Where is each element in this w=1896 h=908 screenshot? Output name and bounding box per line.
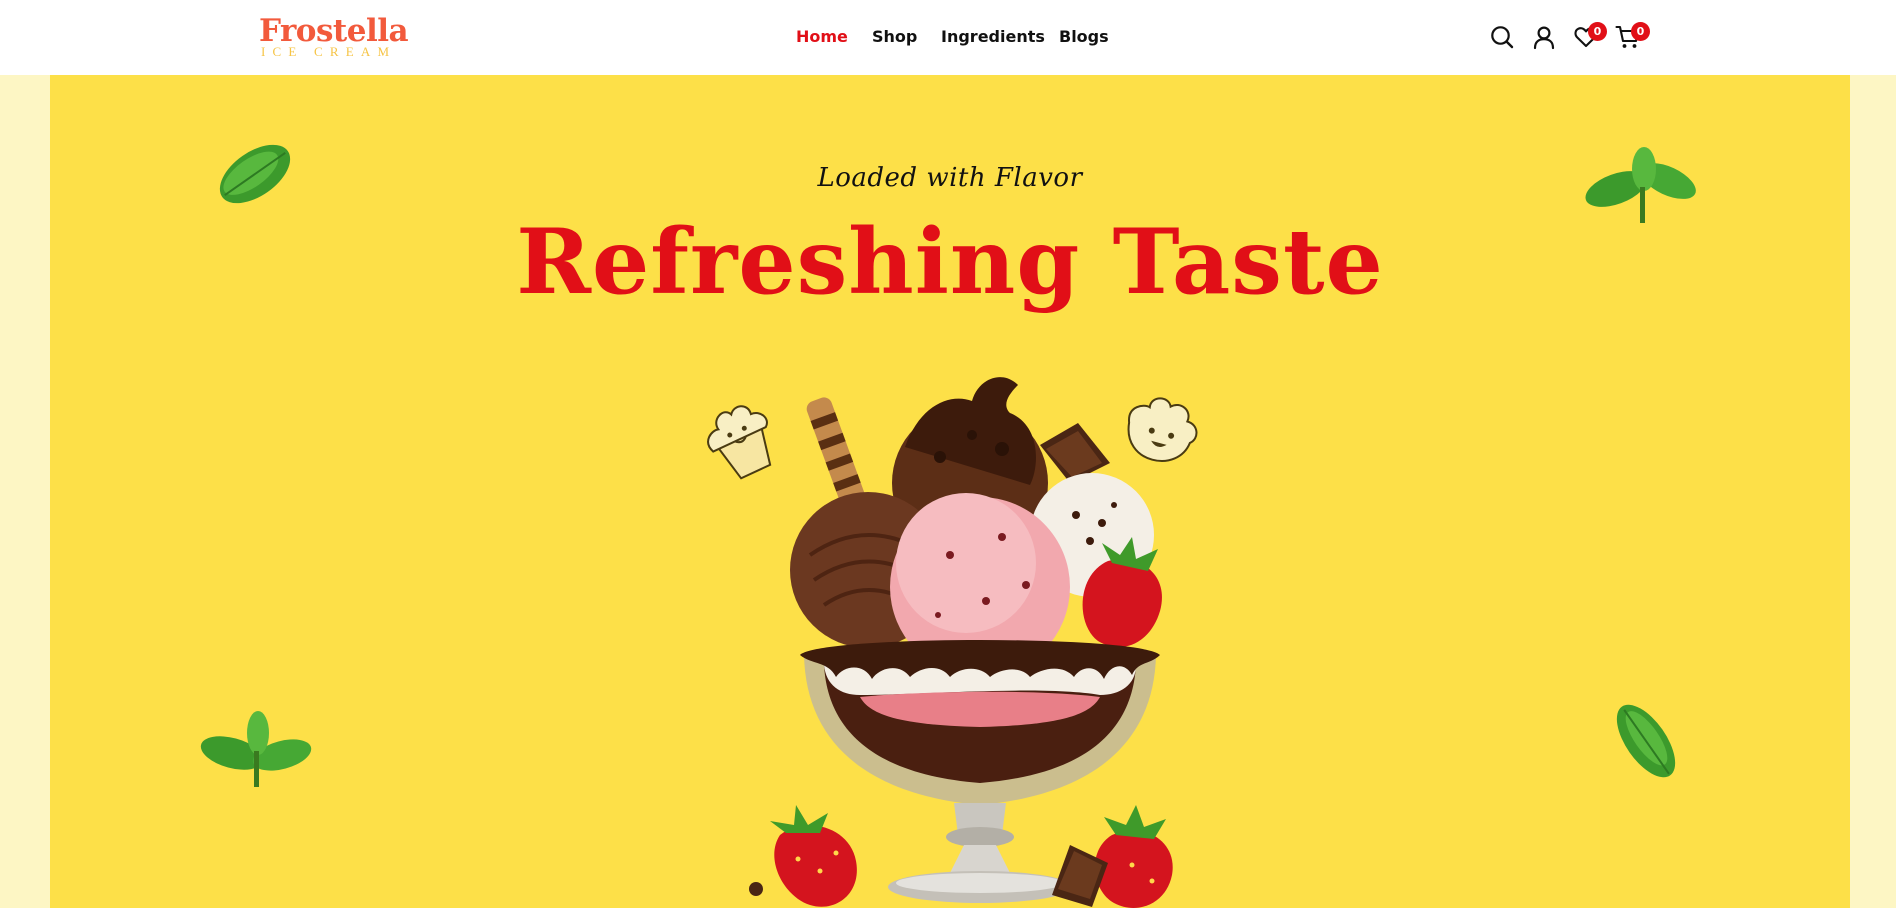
search-icon[interactable] [1489, 24, 1515, 50]
wishlist-count-badge: 0 [1588, 22, 1607, 41]
site-header: Frostella ICE CREAM Home Shop Ingredient… [0, 0, 1896, 75]
hero-headline: Refreshing Taste [516, 209, 1384, 315]
hero-tagline: Loaded with Flavor [817, 163, 1083, 193]
hero-banner: Loaded with Flavor Refreshing Taste [50, 75, 1850, 908]
ice-cream-sundae-image [740, 365, 1220, 908]
user-icon[interactable] [1531, 24, 1557, 50]
mint-leaf-icon [198, 711, 316, 791]
nav-item-home[interactable]: Home [796, 26, 848, 48]
cart-count-badge: 0 [1631, 22, 1650, 41]
mint-leaf-icon [210, 133, 300, 215]
nav-item-blogs[interactable]: Blogs [1059, 26, 1109, 48]
nav-item-ingredients[interactable]: Ingredients [941, 26, 1045, 48]
mint-leaf-icon [1582, 147, 1702, 227]
nav-item-shop[interactable]: Shop [872, 26, 917, 48]
mint-leaf-icon [1606, 695, 1686, 787]
main-nav: Home Shop Ingredients Blogs [0, 0, 1896, 75]
